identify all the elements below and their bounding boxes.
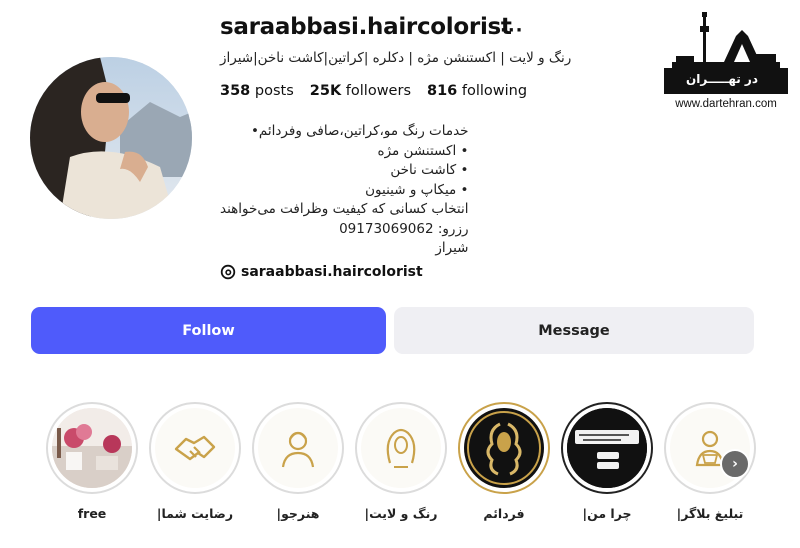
bio-line: خدمات رنگ مو،کراتین،صافی وفردائم• bbox=[250, 123, 469, 139]
posts-count: 358 bbox=[220, 83, 251, 99]
highlight-item[interactable]: |رنگ و لایت bbox=[354, 402, 448, 521]
bio-phone: رزرو: 09173069062 bbox=[339, 220, 469, 237]
bio-line: • اکستنشن مژه bbox=[377, 142, 469, 159]
highlight-item[interactable]: |هنرجو bbox=[251, 402, 345, 521]
story-highlights: free |رضایت شما |هنرجو |رنگ و لایت فردائ… bbox=[0, 402, 800, 542]
profile-full-name: رنگ و لایت | اکستنشن مژه | دکلره |کراتین… bbox=[220, 50, 572, 66]
threads-icon bbox=[220, 264, 236, 280]
hair-icon bbox=[386, 428, 416, 468]
following-stat[interactable]: 816 following bbox=[427, 83, 527, 99]
bio-line: • کاشت ناخن bbox=[390, 162, 469, 178]
follow-button[interactable]: Follow bbox=[31, 307, 386, 354]
bio-line: انتخاب کسانی که کیفیت وظرافت می‌خواهند bbox=[220, 201, 469, 217]
highlight-item[interactable]: |چرا من bbox=[560, 402, 654, 521]
threads-handle: saraabbasi.haircolorist bbox=[241, 264, 423, 280]
profile-avatar[interactable] bbox=[30, 57, 192, 219]
handshake-icon bbox=[174, 435, 216, 461]
curly-hair-icon bbox=[467, 411, 541, 485]
profile-stats: 358 posts 25K followers 816 following bbox=[220, 83, 527, 99]
followers-label: followers bbox=[345, 83, 411, 99]
highlight-label: |چرا من bbox=[582, 506, 632, 521]
bio-line: شیراز bbox=[435, 240, 469, 256]
highlight-item[interactable]: فردائم bbox=[457, 402, 551, 521]
highlights-next-arrow-icon[interactable]: › bbox=[720, 449, 750, 479]
message-button[interactable]: Message bbox=[394, 307, 754, 354]
highlight-item[interactable]: free bbox=[45, 402, 139, 521]
student-icon bbox=[281, 431, 315, 468]
highlight-label: |تبلیغ بلاگر bbox=[676, 506, 744, 521]
profile-username: saraabbasi.haircolorist bbox=[220, 14, 512, 40]
watermark-url: www.dartehran.com bbox=[675, 98, 777, 110]
highlight-label: |هنرجو bbox=[276, 506, 320, 521]
highlight-photo-thumbnail bbox=[52, 408, 132, 488]
threads-link[interactable]: saraabbasi.haircolorist bbox=[220, 264, 423, 280]
followers-count: 25K bbox=[309, 83, 342, 99]
highlight-label: free bbox=[77, 506, 107, 521]
watermark-logo: در تهـــــران www.dartehran.com bbox=[660, 10, 792, 110]
highlight-label: |رنگ و لایت bbox=[364, 506, 438, 521]
posts-label: posts bbox=[254, 83, 294, 99]
profile-bio: خدمات رنگ مو،کراتین،صافی وفردائم• • اکست… bbox=[220, 122, 469, 259]
watermark-logo-text: در تهـــــران bbox=[686, 72, 758, 86]
highlight-label: |رضایت شما bbox=[156, 506, 234, 521]
highlight-label: فردائم bbox=[483, 506, 525, 521]
text-screenshot-thumbnail bbox=[567, 408, 647, 488]
following-label: following bbox=[461, 83, 528, 99]
bio-line: • میکاپ و شینیون bbox=[365, 181, 469, 198]
posts-stat[interactable]: 358 posts bbox=[220, 83, 294, 99]
avatar-photo bbox=[30, 57, 192, 219]
followers-stat[interactable]: 25K followers bbox=[310, 83, 411, 99]
highlight-item[interactable]: |رضایت شما bbox=[148, 402, 242, 521]
more-options-icon[interactable]: ··· bbox=[500, 20, 524, 41]
following-count: 816 bbox=[427, 83, 458, 99]
